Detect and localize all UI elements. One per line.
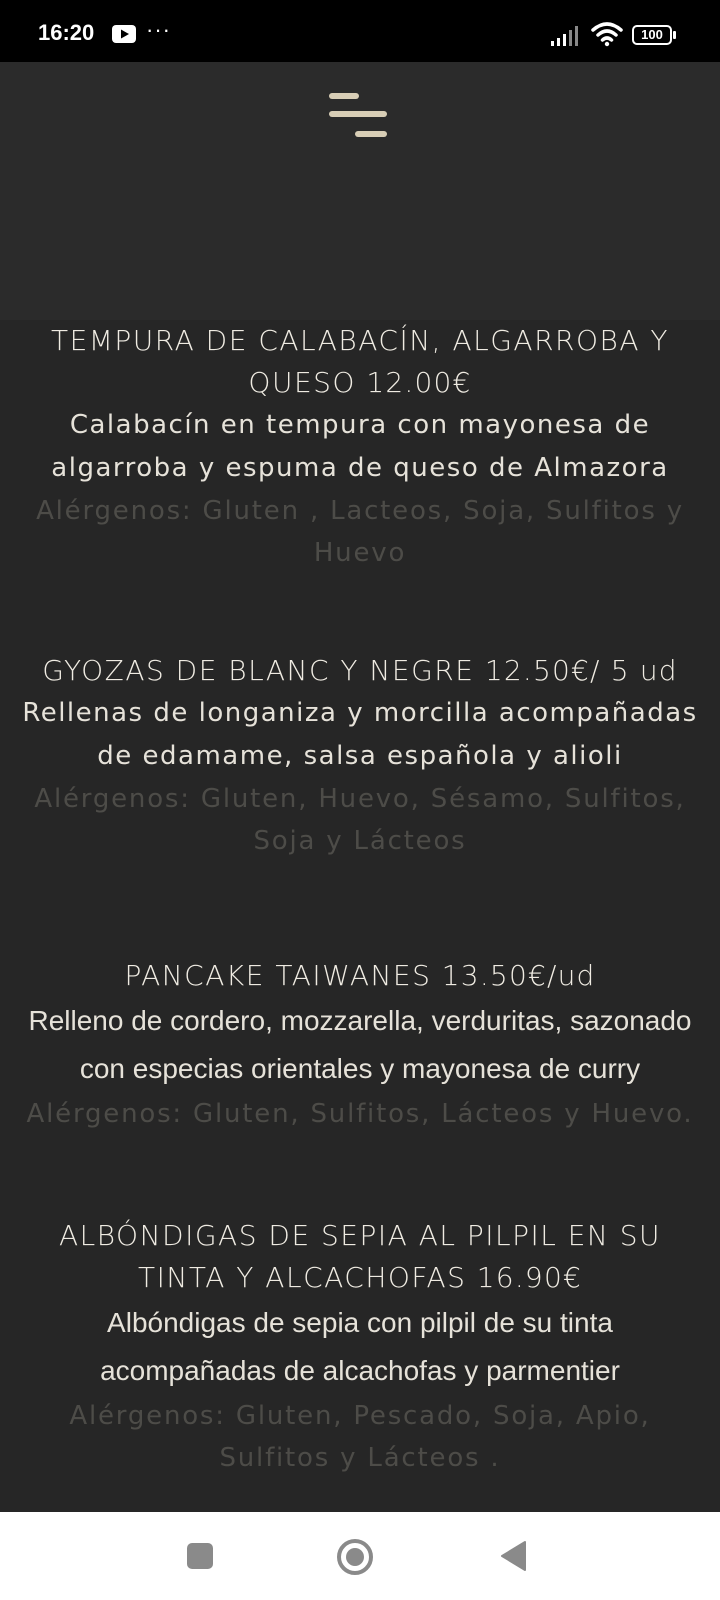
- youtube-icon: [112, 25, 136, 43]
- status-time: 16:20: [38, 20, 95, 45]
- home-icon[interactable]: [336, 1538, 374, 1576]
- menu-item: TEMPURA DE CALABACÍN, ALGARROBA Y QUESO …: [22, 320, 698, 574]
- menu-item-price: 13.50€/ud: [441, 959, 596, 992]
- menu-item-title: GYOZAS DE BLANC Y NEGRE: [42, 654, 475, 687]
- menu-item-title: PANCAKE TAIWANES: [124, 959, 432, 992]
- menu-item-title-line: ALBÓNDIGAS DE SEPIA AL PILPIL EN SU TINT…: [22, 1215, 698, 1299]
- battery-level: 100: [641, 27, 663, 42]
- menu-item-description: Albóndigas de sepia con pilpil de su tin…: [100, 1307, 620, 1386]
- menu-item-description: Relleno de cordero, mozzarella, verdurit…: [28, 1005, 692, 1084]
- menu-item-allergens: Alérgenos: Gluten, Huevo, Sésamo, Sulfit…: [34, 784, 686, 856]
- system-navigation-bar: [0, 1512, 720, 1600]
- recent-apps-icon[interactable]: [186, 1542, 214, 1570]
- hamburger-menu-icon[interactable]: [328, 92, 390, 142]
- menu-item: PANCAKE TAIWANES 13.50€/ud Relleno de co…: [22, 955, 698, 1135]
- menu-list[interactable]: TEMPURA DE CALABACÍN, ALGARROBA Y QUESO …: [0, 320, 720, 1512]
- menu-item: GYOZAS DE BLANC Y NEGRE 12.50€/ 5 ud Rel…: [22, 650, 698, 862]
- menu-item-allergens: Alérgenos: Gluten, Pescado, Soja, Apio, …: [69, 1401, 651, 1473]
- menu-item-title-line: TEMPURA DE CALABACÍN, ALGARROBA Y QUESO …: [22, 320, 698, 404]
- menu-item: ALBÓNDIGAS DE SEPIA AL PILPIL EN SU TINT…: [22, 1215, 698, 1479]
- menu-item-title: TEMPURA DE CALABACÍN, ALGARROBA Y QUESO: [50, 324, 670, 399]
- more-notifications-indicator: ···: [146, 17, 171, 42]
- back-icon[interactable]: [499, 1540, 527, 1572]
- menu-item-price: 12.00€: [366, 366, 472, 399]
- menu-item-title-line: GYOZAS DE BLANC Y NEGRE 12.50€/ 5 ud: [22, 650, 698, 692]
- menu-item-description: Calabacín en tempura con mayonesa de alg…: [51, 410, 669, 483]
- menu-item-allergens: Alérgenos: Gluten , Lacteos, Soja, Sulfi…: [36, 496, 684, 568]
- signal-icon: [551, 26, 578, 46]
- menu-item-description: Rellenas de longaniza y morcilla acompañ…: [22, 698, 698, 771]
- menu-item-allergens: Alérgenos: Gluten, Sulfitos, Lácteos y H…: [26, 1099, 694, 1129]
- menu-item-price: 16.90€: [476, 1261, 582, 1294]
- menu-item-title-line: PANCAKE TAIWANES 13.50€/ud: [22, 955, 698, 997]
- wifi-icon: [591, 22, 623, 47]
- menu-item-price: 12.50€/ 5 ud: [484, 654, 678, 687]
- status-bar: 16:20 ··· 100: [0, 0, 720, 62]
